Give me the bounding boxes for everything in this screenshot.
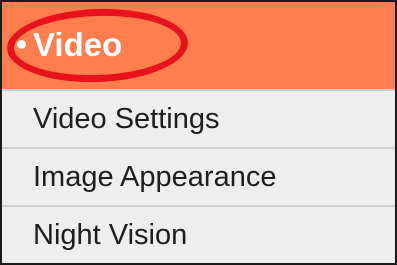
- menu-item-night-vision[interactable]: Night Vision: [2, 205, 395, 263]
- menu-item-video-settings[interactable]: Video Settings: [2, 89, 395, 147]
- menu-item-label: Video Settings: [33, 103, 220, 135]
- menu-item-label: Night Vision: [33, 219, 188, 251]
- menu-item-image-appearance[interactable]: Image Appearance: [2, 147, 395, 205]
- menu-header-video[interactable]: Video: [2, 2, 395, 89]
- menu-header-label: Video: [33, 26, 123, 63]
- video-menu-panel: Video Video Settings Image Appearance Ni…: [0, 0, 397, 265]
- menu-item-label: Image Appearance: [33, 161, 277, 193]
- bullet-icon: [17, 40, 26, 49]
